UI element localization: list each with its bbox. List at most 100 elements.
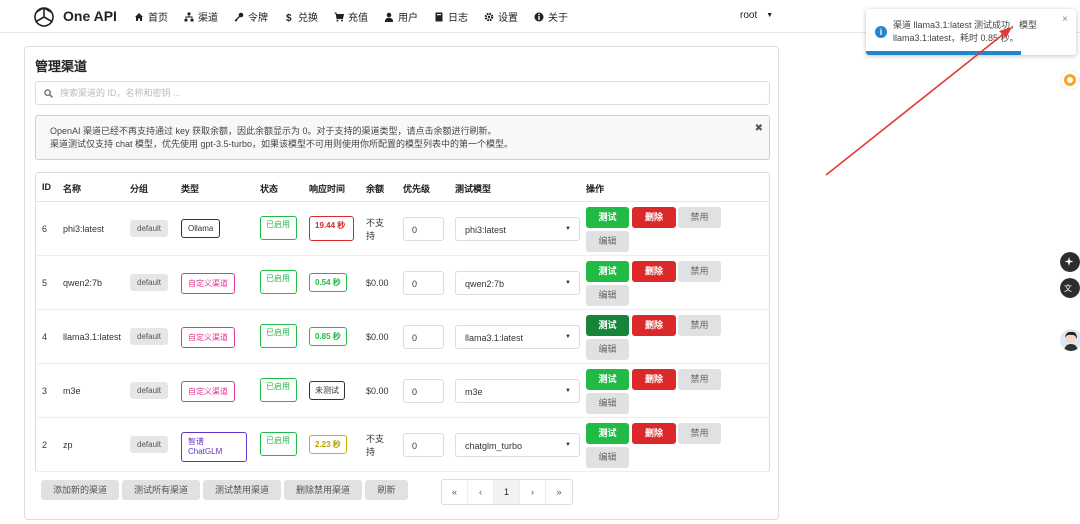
edit-button[interactable]: 编辑 <box>586 447 629 468</box>
test-model-select[interactable]: llama3.1:latest ▼ <box>455 325 580 349</box>
priority-input[interactable]: 0 <box>403 271 444 295</box>
nav-item-users[interactable]: 用户 <box>384 9 418 24</box>
openai-logo-icon[interactable] <box>32 5 56 29</box>
test-model-select[interactable]: chatglm_turbo ▼ <box>455 433 580 457</box>
flower-widget-icon[interactable] <box>1060 70 1080 90</box>
translate-widget-icon[interactable]: 文 <box>1060 278 1080 298</box>
user-icon <box>384 12 394 22</box>
selected-model: m3e <box>465 387 483 397</box>
delete-button[interactable]: 删除 <box>632 369 676 390</box>
response-time-badge[interactable]: 19.44 秒 <box>309 216 354 241</box>
balance-value[interactable]: 不支持 <box>366 217 388 243</box>
type-tag: 自定义渠道 <box>181 381 235 402</box>
response-time-badge[interactable]: 未测试 <box>309 381 345 400</box>
close-icon[interactable]: ✖ <box>755 122 763 135</box>
refresh-button[interactable]: 刷新 <box>365 480 408 500</box>
close-icon[interactable]: × <box>1062 14 1068 25</box>
nav-item-redeem[interactable]: $ 兑换 <box>284 9 318 25</box>
delete-button[interactable]: 删除 <box>632 207 676 228</box>
add-channel-button[interactable]: 添加新的渠道 <box>41 480 119 500</box>
balance-value[interactable]: 不支持 <box>366 433 388 459</box>
table-header: ID 名称 分组 类型 状态 响应时间 余额 优先级 测试模型 操作 <box>36 173 769 202</box>
disable-button[interactable]: 禁用 <box>678 315 721 336</box>
response-time-badge[interactable]: 0.85 秒 <box>309 327 347 346</box>
delete-button[interactable]: 删除 <box>632 315 676 336</box>
nav-item-settings[interactable]: 设置 <box>484 9 518 24</box>
nav-item-topup[interactable]: 充值 <box>334 9 368 24</box>
app-brand[interactable]: One API <box>63 8 117 24</box>
test-button[interactable]: 测试 <box>586 207 629 228</box>
status-badge: 已启用 <box>260 378 297 402</box>
type-tag: 自定义渠道 <box>181 273 235 294</box>
balance-value[interactable]: $0.00 <box>366 386 389 396</box>
prev-page-button[interactable]: ‹ <box>468 480 494 504</box>
test-model-select[interactable]: m3e ▼ <box>455 379 580 403</box>
edit-button[interactable]: 编辑 <box>586 393 629 414</box>
col-type[interactable]: 类型 <box>181 182 199 195</box>
last-page-button[interactable]: » <box>546 480 572 504</box>
col-test-model[interactable]: 测试模型 <box>455 182 491 195</box>
disable-button[interactable]: 禁用 <box>678 369 721 390</box>
priority-input[interactable]: 0 <box>403 325 444 349</box>
test-all-button[interactable]: 测试所有渠道 <box>122 480 200 500</box>
disable-button[interactable]: 禁用 <box>678 261 721 282</box>
gear-icon <box>484 12 494 21</box>
edit-button[interactable]: 编辑 <box>586 285 629 306</box>
disable-button[interactable]: 禁用 <box>678 423 721 444</box>
edit-button[interactable]: 编辑 <box>586 339 629 360</box>
next-page-button[interactable]: › <box>520 480 546 504</box>
col-id[interactable]: ID <box>42 182 51 192</box>
user-dropdown[interactable]: root ▼ <box>740 10 773 21</box>
edit-button[interactable]: 编辑 <box>586 231 629 252</box>
priority-input[interactable]: 0 <box>403 433 444 457</box>
sparkle-widget-icon[interactable] <box>1060 252 1080 272</box>
col-balance[interactable]: 余额 <box>366 182 384 195</box>
row-id: 4 <box>42 332 48 342</box>
nav-item-home[interactable]: 首页 <box>134 9 168 24</box>
balance-value[interactable]: $0.00 <box>366 332 389 342</box>
test-button[interactable]: 测试 <box>586 261 629 282</box>
manage-channels-card: 管理渠道 OpenAI 渠道已经不再支持通过 key 获取余额，因此余额显示为 … <box>24 46 779 520</box>
nav-item-channels[interactable]: 渠道 <box>184 9 218 24</box>
priority-input[interactable]: 0 <box>403 379 444 403</box>
response-time-badge[interactable]: 0.54 秒 <box>309 273 347 292</box>
col-group[interactable]: 分组 <box>130 182 148 195</box>
test-model-select[interactable]: qwen2:7b ▼ <box>455 271 580 295</box>
page-number-button[interactable]: 1 <box>494 480 520 504</box>
delete-button[interactable]: 删除 <box>632 261 676 282</box>
test-button[interactable]: 测试 <box>586 423 629 444</box>
status-badge: 已启用 <box>260 270 297 294</box>
test-disabled-button[interactable]: 测试禁用渠道 <box>203 480 281 500</box>
nav-label: 设置 <box>498 13 518 24</box>
avatar-widget-icon[interactable] <box>1060 329 1080 351</box>
search-input[interactable] <box>60 88 740 98</box>
test-button[interactable]: 测试 <box>586 315 629 336</box>
caret-down-icon: ▼ <box>766 12 774 19</box>
response-time-badge[interactable]: 2.23 秒 <box>309 435 347 454</box>
col-name[interactable]: 名称 <box>63 182 81 195</box>
nav-label: 用户 <box>398 13 418 24</box>
delete-disabled-button[interactable]: 删除禁用渠道 <box>284 480 362 500</box>
test-model-select[interactable]: phi3:latest ▼ <box>455 217 580 241</box>
balance-value[interactable]: $0.00 <box>366 278 389 288</box>
group-tag: default <box>130 328 169 345</box>
priority-input[interactable]: 0 <box>403 217 444 241</box>
col-status[interactable]: 状态 <box>260 182 278 195</box>
row-id: 6 <box>42 224 48 234</box>
delete-button[interactable]: 删除 <box>632 423 676 444</box>
nav-item-about[interactable]: 关于 <box>534 9 568 24</box>
pagination: « ‹ 1 › » <box>441 479 573 505</box>
search-box[interactable] <box>35 81 770 105</box>
channels-table: ID 名称 分组 类型 状态 响应时间 余额 优先级 测试模型 操作 6 phi… <box>35 172 770 472</box>
disable-button[interactable]: 禁用 <box>678 207 721 228</box>
nav-item-logs[interactable]: 日志 <box>434 9 468 24</box>
col-response[interactable]: 响应时间 <box>309 182 345 195</box>
notice-line-2: 渠道测试仅支持 chat 模型，优先使用 gpt-3.5-turbo，如果该模型… <box>50 139 514 149</box>
row-name: zp <box>63 440 73 450</box>
col-priority[interactable]: 优先级 <box>403 182 430 195</box>
nav-item-tokens[interactable]: 令牌 <box>234 9 268 24</box>
first-page-button[interactable]: « <box>442 480 468 504</box>
test-button[interactable]: 测试 <box>586 369 629 390</box>
selected-model: qwen2:7b <box>465 279 505 289</box>
selected-model: phi3:latest <box>465 225 507 235</box>
